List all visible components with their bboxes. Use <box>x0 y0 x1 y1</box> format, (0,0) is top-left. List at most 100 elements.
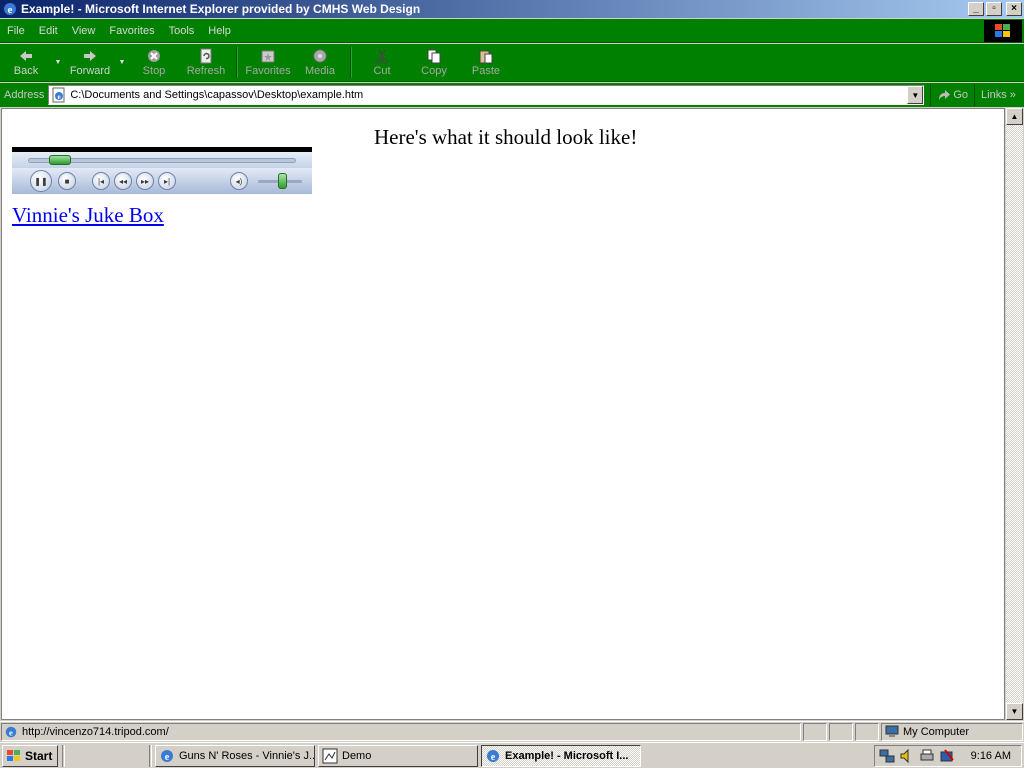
task-button[interactable]: Demo <box>318 744 478 767</box>
printer-icon[interactable] <box>919 748 935 764</box>
toolbar-separator <box>236 47 238 78</box>
status-pane <box>855 722 879 741</box>
menu-view[interactable]: View <box>65 25 103 37</box>
pause-button[interactable]: ❚❚ <box>30 170 52 192</box>
ie-icon: e <box>487 749 499 763</box>
page-content: Here's what it should look like! ❚❚ ■ |◂… <box>1 108 1005 720</box>
toolbar-separator <box>350 47 352 78</box>
media-player: ❚❚ ■ |◂ ◂◂ ▸▸ ▸| ◂) <box>12 147 312 197</box>
chevron-right-icon: » <box>1009 89 1016 101</box>
rewind-button[interactable]: ◂◂ <box>114 172 132 190</box>
menu-bar: File Edit View Favorites Tools Help <box>0 19 1024 43</box>
previous-button[interactable]: |◂ <box>92 172 110 190</box>
player-controls: ❚❚ ■ |◂ ◂◂ ▸▸ ▸| ◂) <box>12 168 312 194</box>
paste-button[interactable]: Paste <box>460 44 512 81</box>
forward-dropdown-icon[interactable]: ▼ <box>116 44 128 81</box>
taskbar-separator <box>149 744 152 767</box>
stop-button[interactable]: Stop <box>128 44 180 81</box>
back-label: Back <box>13 65 39 77</box>
windows-flag-icon <box>7 749 20 761</box>
standard-toolbar: Back ▼ Forward ▼ Stop Refresh Favorites … <box>0 44 1024 82</box>
vertical-scrollbar[interactable]: ▲ ▼ <box>1006 108 1023 720</box>
page-icon: e <box>5 726 17 737</box>
media-label: Media <box>305 65 335 77</box>
status-pane <box>803 722 827 741</box>
menu-help[interactable]: Help <box>201 25 238 37</box>
svg-text:e: e <box>165 752 170 763</box>
refresh-button[interactable]: Refresh <box>180 44 232 81</box>
links-button[interactable]: Links » <box>977 89 1020 101</box>
clock[interactable]: 9:16 AM <box>971 750 1011 762</box>
restore-button[interactable]: ▫ <box>986 2 1002 16</box>
stop-playback-button[interactable]: ■ <box>58 172 76 190</box>
next-icon: ▸| <box>163 176 171 186</box>
copy-icon <box>427 49 441 64</box>
seek-thumb[interactable] <box>49 155 72 165</box>
back-dropdown-icon[interactable]: ▼ <box>52 44 64 81</box>
pause-icon: ❚❚ <box>34 176 48 186</box>
speaker-icon: ◂) <box>235 176 243 186</box>
stop-square-icon: ■ <box>64 176 70 186</box>
network-icon[interactable] <box>879 748 895 764</box>
task-button-active[interactable]: e Example! - Microsoft I... <box>481 744 641 767</box>
forward-button[interactable]: Forward <box>64 44 116 81</box>
address-input[interactable]: e C:\Documents and Settings\capassov\Des… <box>48 85 925 105</box>
menu-file[interactable]: File <box>0 25 32 37</box>
copy-button[interactable]: Copy <box>408 44 460 81</box>
task-label: Example! - Microsoft I... <box>505 749 629 762</box>
task-button[interactable]: e Guns N' Roses - Vinnie's J... <box>155 744 315 767</box>
page-heading: Here's what it should look like! <box>374 125 638 149</box>
page-icon: e <box>52 87 65 103</box>
scroll-down-icon[interactable]: ▼ <box>1006 703 1023 720</box>
security-zone: My Computer <box>881 722 1023 741</box>
seek-bar[interactable] <box>12 152 312 168</box>
demo-app-icon <box>322 748 338 763</box>
stop-label: Stop <box>142 65 166 77</box>
menu-tools[interactable]: Tools <box>162 25 202 37</box>
security-icon[interactable] <box>939 748 955 764</box>
forward-label: Forward <box>69 65 111 77</box>
cut-button[interactable]: Cut <box>356 44 408 81</box>
title-bar: e Example! - Microsoft Internet Explorer… <box>0 0 1024 18</box>
windows-logo-icon <box>984 19 1022 42</box>
svg-text:e: e <box>58 93 61 101</box>
address-url: C:\Documents and Settings\capassov\Deskt… <box>70 89 364 101</box>
favorites-button[interactable]: Favorites <box>242 44 294 81</box>
fast-forward-button[interactable]: ▸▸ <box>136 172 154 190</box>
media-button[interactable]: Media <box>294 44 346 81</box>
svg-text:e: e <box>8 4 13 16</box>
status-main-pane: e http://vincenzo714.tripod.com/ <box>1 722 801 741</box>
start-label: Start <box>25 748 53 763</box>
rewind-icon: ◂◂ <box>118 176 128 186</box>
stop-icon <box>148 50 160 62</box>
ie-icon: e <box>161 749 173 763</box>
scroll-up-icon[interactable]: ▲ <box>1006 108 1023 125</box>
menu-favorites[interactable]: Favorites <box>102 25 161 37</box>
mute-button[interactable]: ◂) <box>230 172 248 190</box>
minimize-button[interactable]: _ <box>968 2 984 16</box>
favorites-label: Favorites <box>245 65 291 77</box>
address-dropdown-icon[interactable]: ▼ <box>907 86 924 104</box>
menu-edit[interactable]: Edit <box>32 25 65 37</box>
back-button[interactable]: Back <box>0 44 52 81</box>
close-button[interactable]: × <box>1006 2 1022 16</box>
go-button[interactable]: Go <box>930 84 976 106</box>
previous-icon: |◂ <box>97 176 105 186</box>
refresh-label: Refresh <box>186 65 226 77</box>
volume-thumb[interactable] <box>278 173 288 189</box>
links-label: Links <box>981 89 1007 101</box>
start-button[interactable]: Start <box>2 744 58 767</box>
svg-text:e: e <box>9 727 13 737</box>
svg-text:e: e <box>491 752 496 763</box>
cut-label: Cut <box>373 65 391 77</box>
task-label: Guns N' Roses - Vinnie's J... <box>179 749 315 762</box>
refresh-icon <box>200 48 212 64</box>
status-pane <box>829 722 853 741</box>
volume-icon[interactable] <box>899 748 915 764</box>
fast-forward-icon: ▸▸ <box>140 176 150 186</box>
next-button[interactable]: ▸| <box>158 172 176 190</box>
media-icon <box>313 49 327 63</box>
juke-box-link[interactable]: Vinnie's Juke Box <box>12 203 164 228</box>
address-bar: Address e C:\Documents and Settings\capa… <box>0 83 1024 107</box>
go-arrow-icon <box>939 90 951 100</box>
